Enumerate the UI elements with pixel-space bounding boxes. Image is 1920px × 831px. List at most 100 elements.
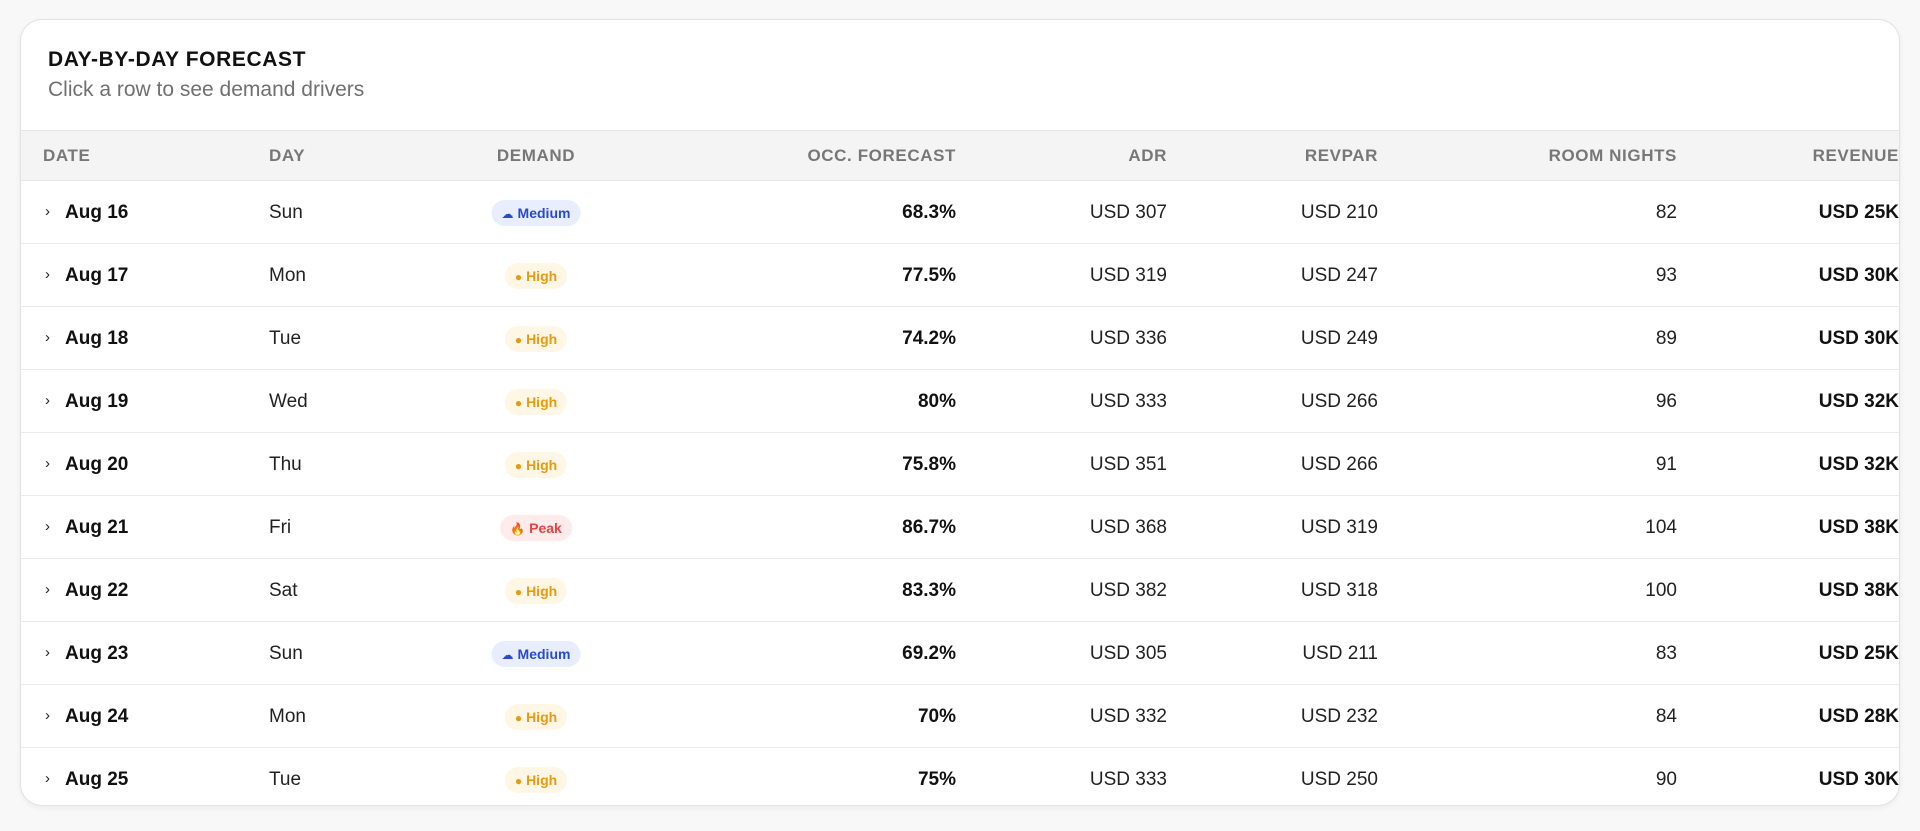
demand-label: High xyxy=(526,456,558,473)
table-row[interactable]: › Aug 21 Fri 🔥 Peak 86.7% USD 368 USD 319… xyxy=(21,496,1899,559)
row-room-nights: 84 xyxy=(1655,706,1677,727)
table-row[interactable]: › Aug 23 Sun ☁ Medium 69.2% USD 305 USD 2… xyxy=(21,622,1899,685)
demand-badge: ● High xyxy=(504,451,568,478)
row-day: Tue xyxy=(269,769,302,790)
card-header: DAY-BY-DAY FORECAST Click a row to see d… xyxy=(21,20,1899,131)
row-revenue: USD 38K xyxy=(1818,517,1899,538)
demand-label: High xyxy=(526,771,558,788)
demand-label: High xyxy=(526,582,558,599)
column-header-adr: ADR xyxy=(1128,146,1167,165)
chevron-right-icon[interactable]: › xyxy=(45,307,57,370)
row-revenue: USD 38K xyxy=(1818,580,1899,601)
row-adr: USD 307 xyxy=(1089,202,1167,223)
demand-badge: ● High xyxy=(504,388,568,415)
demand-label: High xyxy=(526,267,558,284)
table-row[interactable]: › Aug 22 Sat ● High 83.3% USD 382 USD 318… xyxy=(21,559,1899,622)
row-demand: ● High xyxy=(441,307,631,370)
table-row[interactable]: › Aug 24 Mon ● High 70% USD 332 USD 232 8… xyxy=(21,685,1899,748)
row-revenue: USD 32K xyxy=(1818,391,1899,412)
table-body: › Aug 16 Sun ☁ Medium 68.3% USD 307 USD 2… xyxy=(21,181,1899,805)
row-date: Aug 24 xyxy=(65,706,129,727)
row-day: Tue xyxy=(269,328,302,349)
demand-badge: ● High xyxy=(504,325,568,352)
table-row[interactable]: › Aug 17 Mon ● High 77.5% USD 319 USD 247… xyxy=(21,244,1899,307)
row-revenue: USD 25K xyxy=(1818,643,1899,664)
row-revenue: USD 30K xyxy=(1818,328,1899,349)
row-demand: 🔥 Peak xyxy=(441,496,631,559)
table-row[interactable]: › Aug 19 Wed ● High 80% USD 333 USD 266 9… xyxy=(21,370,1899,433)
row-day: Thu xyxy=(269,454,302,475)
row-demand: ● High xyxy=(441,685,631,748)
column-header-revenue: REVENUE xyxy=(1812,146,1899,165)
row-demand: ● High xyxy=(441,748,631,805)
row-room-nights: 90 xyxy=(1655,769,1677,790)
sun-icon: ● xyxy=(514,332,523,347)
row-occ-forecast: 74.2% xyxy=(902,328,956,349)
row-room-nights: 93 xyxy=(1655,265,1677,286)
row-adr: USD 382 xyxy=(1089,580,1167,601)
row-occ-forecast: 77.5% xyxy=(902,265,956,286)
row-adr: USD 336 xyxy=(1089,328,1167,349)
row-date: Aug 22 xyxy=(65,580,129,601)
row-adr: USD 351 xyxy=(1089,454,1167,475)
row-revpar: USD 210 xyxy=(1300,202,1378,223)
row-room-nights: 104 xyxy=(1645,517,1677,538)
row-adr: USD 332 xyxy=(1089,706,1167,727)
row-date: Aug 16 xyxy=(65,202,129,223)
row-demand: ● High xyxy=(441,433,631,496)
demand-label: High xyxy=(526,330,558,347)
sun-icon: ● xyxy=(514,773,523,788)
table-row[interactable]: › Aug 25 Tue ● High 75% USD 333 USD 250 9… xyxy=(21,748,1899,805)
row-occ-forecast: 75.8% xyxy=(902,454,956,475)
demand-badge: ● High xyxy=(504,766,568,793)
card-title: DAY-BY-DAY FORECAST xyxy=(48,48,307,71)
row-date: Aug 21 xyxy=(65,517,129,538)
chevron-right-icon[interactable]: › xyxy=(45,559,57,622)
row-date: Aug 25 xyxy=(65,769,129,790)
table-row[interactable]: › Aug 18 Tue ● High 74.2% USD 336 USD 249… xyxy=(21,307,1899,370)
column-header-occ-forecast: OCC. FORECAST xyxy=(807,146,956,165)
row-revenue: USD 30K xyxy=(1818,769,1899,790)
row-adr: USD 368 xyxy=(1089,517,1167,538)
row-demand: ● High xyxy=(441,559,631,622)
row-day: Mon xyxy=(269,706,306,727)
table-row[interactable]: › Aug 16 Sun ☁ Medium 68.3% USD 307 USD 2… xyxy=(21,181,1899,244)
row-revpar: USD 211 xyxy=(1302,643,1378,664)
chevron-right-icon[interactable]: › xyxy=(45,685,57,748)
row-demand: ☁ Medium xyxy=(441,181,631,244)
table-header: DATE DAY DEMAND OCC. FORECAST ADR REVPAR… xyxy=(21,131,1899,181)
chevron-right-icon[interactable]: › xyxy=(45,748,57,805)
chevron-right-icon[interactable]: › xyxy=(45,370,57,433)
row-revpar: USD 266 xyxy=(1300,391,1378,412)
row-date: Aug 18 xyxy=(65,328,129,349)
column-header-revpar: REVPAR xyxy=(1304,146,1378,165)
table-row[interactable]: › Aug 20 Thu ● High 75.8% USD 351 USD 266… xyxy=(21,433,1899,496)
row-day: Wed xyxy=(269,391,308,412)
chevron-right-icon[interactable]: › xyxy=(45,244,57,307)
demand-badge: 🔥 Peak xyxy=(500,514,572,541)
chevron-right-icon[interactable]: › xyxy=(45,433,57,496)
column-header-day: DAY xyxy=(269,146,306,165)
demand-badge: ● High xyxy=(504,577,568,604)
row-room-nights: 100 xyxy=(1645,580,1677,601)
row-occ-forecast: 83.3% xyxy=(902,580,956,601)
row-room-nights: 89 xyxy=(1655,328,1677,349)
demand-badge: ☁ Medium xyxy=(491,640,581,667)
demand-badge: ● High xyxy=(504,262,568,289)
row-demand: ● High xyxy=(441,370,631,433)
chevron-right-icon[interactable]: › xyxy=(45,181,57,244)
row-room-nights: 91 xyxy=(1655,454,1677,475)
row-occ-forecast: 86.7% xyxy=(902,517,956,538)
column-header-room-nights: ROOM NIGHTS xyxy=(1548,146,1677,165)
row-day: Sun xyxy=(269,643,303,664)
forecast-card: DAY-BY-DAY FORECAST Click a row to see d… xyxy=(20,19,1900,806)
sun-icon: ● xyxy=(514,710,523,725)
row-revpar: USD 266 xyxy=(1300,454,1378,475)
row-day: Sun xyxy=(269,202,303,223)
row-revenue: USD 28K xyxy=(1818,706,1899,727)
row-revenue: USD 32K xyxy=(1818,454,1899,475)
chevron-right-icon[interactable]: › xyxy=(45,622,57,685)
chevron-right-icon[interactable]: › xyxy=(45,496,57,559)
column-header-demand: DEMAND xyxy=(496,146,576,165)
cloud-icon: ☁ xyxy=(501,647,514,662)
